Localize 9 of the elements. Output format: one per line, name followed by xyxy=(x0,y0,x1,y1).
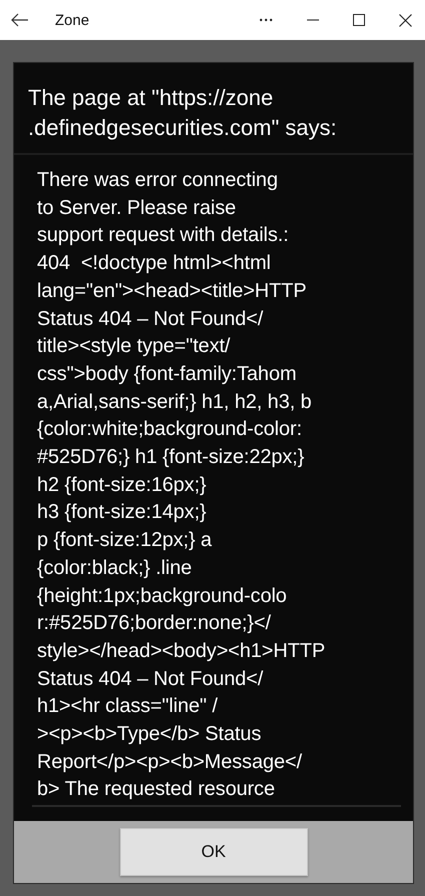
dialog-message: There was error connecting to Server. Please raise support request with details.: 404 <!doctype html><html lang="en"><head><title>HTTP Status 404 – Not Found</ title><style type="text/ css">body {font-family:Tahom a,Arial,sans-serif;} h1, h2, h3, b {color:white;background-color: #525D76;} h1 {font-size:22px;} h2 {font-size:16px;} h3 {font-size:14px;} p {font-size:12px;} a {color:black;} .line {height:1px;background-colo r:#525D76;border:none;}</ style></head><body><h1>HTTP Status 404 – Not Found</ h1><hr class="line" / ><p><b>Type</b> Status Report</p><p><b>Message</ b> The requested resource xyxy=(37,168,326,802)
window-title: Zone xyxy=(55,12,90,28)
maximize-icon[interactable] xyxy=(353,14,365,26)
ok-button[interactable]: OK xyxy=(120,828,308,876)
more-icon[interactable] xyxy=(259,18,273,22)
minimize-icon[interactable] xyxy=(307,19,319,21)
back-arrow-icon[interactable] xyxy=(11,13,29,27)
close-icon[interactable] xyxy=(399,14,412,26)
dialog-title: The page at "https://zone .definedgesecurities.com" says: xyxy=(14,63,413,155)
